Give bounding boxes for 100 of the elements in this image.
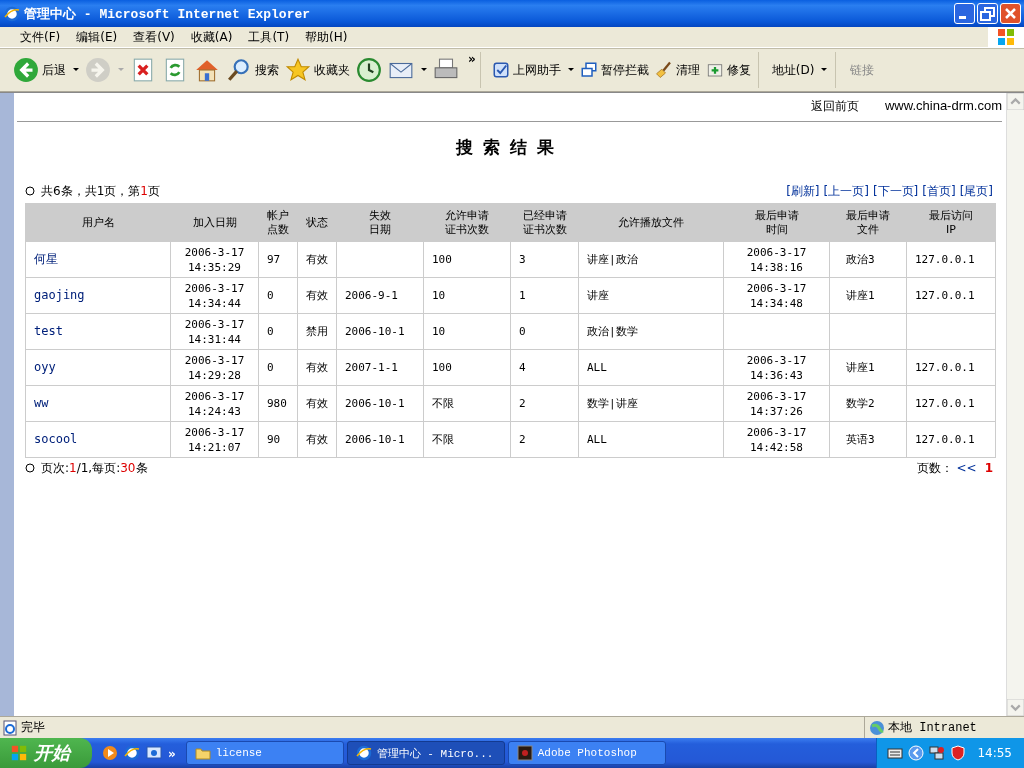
first-page-link[interactable]: << bbox=[956, 461, 977, 475]
table-cell: 有效 bbox=[297, 385, 337, 422]
table-cell: 不限 bbox=[423, 385, 511, 422]
pager-link[interactable]: [上一页] bbox=[823, 182, 869, 200]
windows-logo-icon bbox=[10, 744, 28, 762]
table-cell: 127.0.0.1 bbox=[906, 277, 996, 314]
menu-item[interactable]: 文件(F) bbox=[12, 28, 69, 46]
table-cell: 127.0.0.1 bbox=[906, 241, 996, 278]
pager-link[interactable]: [尾页] bbox=[959, 182, 993, 200]
menu-item[interactable]: 编辑(E) bbox=[68, 28, 126, 46]
history-icon bbox=[356, 57, 382, 83]
window-title: 管理中心 - Microsoft Internet Explorer bbox=[24, 5, 311, 23]
caret-icon bbox=[567, 68, 574, 72]
back-link[interactable]: 返回前页 bbox=[810, 98, 859, 115]
username-link[interactable]: test bbox=[34, 324, 63, 338]
status-text: 完毕 bbox=[21, 719, 45, 736]
table-cell: 2006-10-1 bbox=[336, 313, 424, 350]
page-heading: 搜索结果 bbox=[454, 136, 565, 159]
popup-button[interactable]: 暂停拦截 bbox=[576, 55, 652, 85]
site-link[interactable]: www.china-drm.com bbox=[884, 98, 1002, 115]
table-cell: ALL bbox=[578, 349, 724, 386]
table-cell: 1 bbox=[510, 277, 579, 314]
table-cell: 10 bbox=[423, 277, 511, 314]
menu-item[interactable]: 工具(T) bbox=[240, 28, 298, 46]
column-header: 已经申请证书次数 bbox=[510, 203, 579, 242]
more-chevron[interactable]: » bbox=[168, 747, 176, 761]
current-page-number: 1 bbox=[984, 461, 993, 475]
table-cell: ALL bbox=[578, 421, 724, 458]
back-button[interactable]: 后退 bbox=[10, 55, 82, 85]
circle-bullet-icon bbox=[25, 463, 35, 473]
clock: 14:55 bbox=[977, 746, 1012, 760]
table-cell: 讲座 bbox=[578, 277, 724, 314]
search-button[interactable]: 搜索 bbox=[223, 55, 282, 85]
table-cell: 英语3 bbox=[829, 421, 907, 458]
minimize-icon bbox=[959, 16, 966, 19]
column-header: 加入日期 bbox=[170, 203, 259, 242]
table-cell: 2006-3-17 14:31:44 bbox=[170, 313, 259, 350]
table-cell: 2006-3-17 14:34:48 bbox=[723, 277, 830, 314]
menu-item[interactable]: 收藏(A) bbox=[182, 28, 241, 46]
table-cell: 讲座1 bbox=[829, 277, 907, 314]
address-button[interactable]: 地址(D) bbox=[768, 55, 831, 85]
minimize-button[interactable] bbox=[954, 3, 975, 24]
username-link[interactable]: 何星 bbox=[34, 252, 58, 266]
app-icon bbox=[516, 745, 533, 761]
column-header: 失效日期 bbox=[336, 203, 424, 242]
table-cell: 讲座|政治 bbox=[578, 241, 724, 278]
table-cell: 2006-3-17 14:36:43 bbox=[723, 349, 830, 386]
table-cell: 2006-10-1 bbox=[336, 421, 424, 458]
taskbar-button[interactable]: Adobe Photoshop bbox=[507, 741, 666, 765]
pages-label: 页数： bbox=[916, 459, 953, 477]
table-cell: 2006-3-17 14:35:29 bbox=[170, 241, 259, 278]
table-cell: 讲座1 bbox=[829, 349, 907, 386]
pager-link[interactable]: [首页] bbox=[922, 182, 956, 200]
table-cell: 127.0.0.1 bbox=[906, 349, 996, 386]
more-chevron[interactable]: » bbox=[468, 52, 476, 66]
table-cell: 0 bbox=[258, 349, 298, 386]
table-cell: 有效 bbox=[297, 421, 337, 458]
search-icon bbox=[226, 57, 252, 83]
menu-item[interactable]: 查看(V) bbox=[125, 28, 183, 46]
globe-icon bbox=[869, 719, 885, 736]
security-zone: 本地 Intranet bbox=[888, 720, 977, 736]
table-cell: 政治3 bbox=[829, 241, 907, 278]
plus-box-icon bbox=[705, 61, 724, 79]
helper-button[interactable]: 上网助手 bbox=[488, 55, 577, 85]
table-cell: 2006-3-17 14:24:43 bbox=[170, 385, 259, 422]
broom-icon bbox=[654, 61, 673, 79]
table-cell: 0 bbox=[510, 313, 579, 350]
browser-icon bbox=[355, 745, 372, 761]
browser-icon[interactable] bbox=[124, 745, 140, 761]
keyboard-icon bbox=[887, 745, 904, 761]
table-cell: 127.0.0.1 bbox=[906, 421, 996, 458]
pager-link[interactable]: [下一页] bbox=[872, 182, 919, 200]
pager-link[interactable]: [刷新] bbox=[786, 182, 820, 200]
username-link[interactable]: oyy bbox=[34, 360, 56, 374]
broom-button[interactable]: 清理 bbox=[651, 55, 703, 85]
close-button[interactable] bbox=[1000, 3, 1021, 24]
username-link[interactable]: gaojing bbox=[34, 288, 85, 302]
table-cell: 980 bbox=[258, 385, 298, 422]
taskbar-button[interactable]: 管理中心 - Micro... bbox=[346, 741, 505, 765]
taskbar-button[interactable]: license bbox=[185, 741, 344, 765]
menu-item[interactable]: 帮助(H) bbox=[297, 28, 356, 46]
column-header: 最后申请时间 bbox=[723, 203, 830, 242]
close-icon bbox=[1005, 8, 1016, 19]
table-cell: 有效 bbox=[297, 349, 337, 386]
media-player-icon[interactable] bbox=[102, 745, 118, 761]
favorites-button[interactable]: 收藏夹 bbox=[282, 55, 353, 85]
username-link[interactable]: socool bbox=[34, 432, 78, 446]
table-cell: 数学2 bbox=[829, 385, 907, 422]
table-cell: 100 bbox=[423, 241, 511, 278]
table-cell: 127.0.0.1 bbox=[906, 385, 996, 422]
checkbox-icon bbox=[491, 61, 510, 79]
windows-icon bbox=[579, 61, 598, 79]
folder-icon bbox=[194, 745, 211, 761]
table-cell: 2007-1-1 bbox=[336, 349, 424, 386]
repair-button[interactable]: 修复 bbox=[702, 55, 754, 85]
desktop-icon[interactable] bbox=[146, 745, 162, 761]
table-cell: 政治|数学 bbox=[578, 313, 724, 350]
username-link[interactable]: ww bbox=[34, 396, 49, 410]
result-summary: 共6条，共1页，第1页 bbox=[41, 182, 160, 200]
restore-button[interactable] bbox=[977, 3, 998, 24]
